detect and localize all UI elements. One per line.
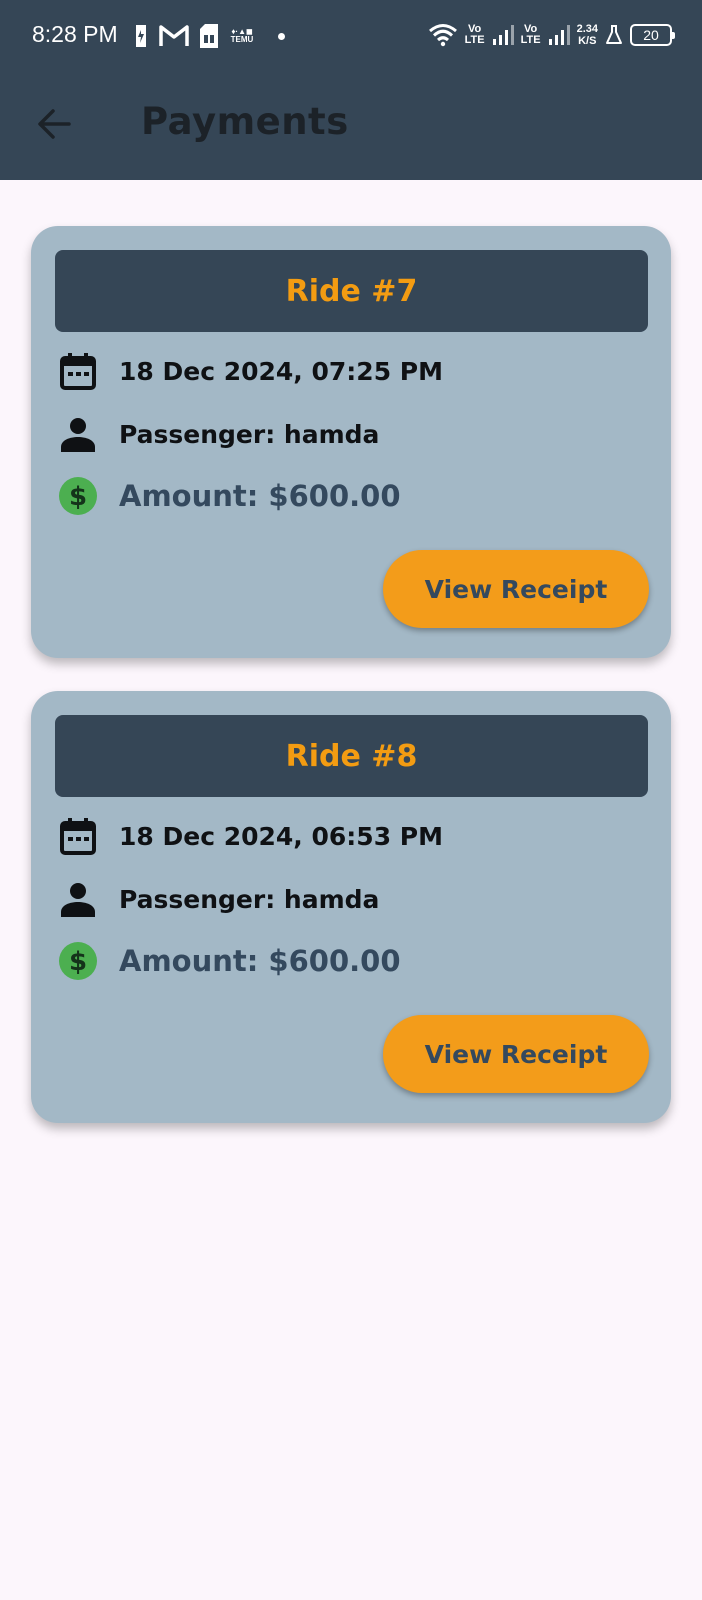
svg-text:$: $ — [69, 947, 87, 977]
battery-level: 20 — [643, 27, 659, 43]
dollar-icon: $ — [57, 475, 99, 517]
ride-passenger-row: Passenger: hamda — [57, 413, 379, 455]
app-bar: 8:28 PM ♦︎·▲◼ TEMU Vo LTE Vo LTE 2.34 K/… — [0, 0, 702, 180]
ride-card-header: Ride #7 — [55, 250, 648, 332]
ride-amount-row: $ Amount: $600.00 — [57, 475, 401, 517]
volte-indicator-2: Vo LTE — [520, 23, 541, 46]
status-time: 8:28 PM — [32, 21, 118, 47]
status-indicators: Vo LTE Vo LTE 2.34 K/S 20 — [428, 18, 675, 52]
wifi-icon — [428, 24, 457, 47]
ride-datetime-row: 18 Dec 2024, 06:53 PM — [57, 815, 443, 857]
ride-passenger: Passenger: hamda — [119, 884, 380, 914]
status-bar: 8:28 PM ♦︎·▲◼ TEMU Vo LTE Vo LTE 2.34 K/… — [0, 0, 702, 70]
sim-icon — [200, 24, 218, 48]
calendar-icon — [57, 815, 99, 857]
calendar-icon — [57, 350, 99, 392]
temu-icon: ♦︎·▲◼ TEMU — [230, 27, 254, 44]
ride-passenger: Passenger: hamda — [119, 419, 380, 449]
dot-icon — [278, 32, 285, 40]
ride-datetime: 18 Dec 2024, 06:53 PM — [119, 821, 443, 851]
signal-icon-1 — [492, 25, 514, 45]
view-receipt-button[interactable]: View Receipt — [383, 550, 649, 628]
ride-title: Ride #8 — [285, 738, 418, 774]
arrow-left-icon[interactable] — [36, 106, 72, 142]
ride-card: Ride #7 18 Dec 2024, 07:25 PM Passenger:… — [31, 226, 671, 658]
ride-datetime-row: 18 Dec 2024, 07:25 PM — [57, 350, 443, 392]
view-receipt-button[interactable]: View Receipt — [383, 1015, 649, 1093]
network-speed: 2.34 K/S — [576, 23, 598, 47]
flask-icon — [606, 25, 622, 44]
ride-card: Ride #8 18 Dec 2024, 06:53 PM Passenger:… — [31, 691, 671, 1123]
dollar-icon: $ — [57, 940, 99, 982]
person-icon — [57, 413, 99, 455]
person-icon — [57, 878, 99, 920]
battery-icon: 20 — [630, 24, 675, 46]
ride-datetime: 18 Dec 2024, 07:25 PM — [119, 356, 443, 386]
page-title: Payments — [141, 100, 349, 143]
svg-text:$: $ — [69, 482, 87, 512]
ride-amount: Amount: $600.00 — [119, 944, 401, 978]
ride-card-header: Ride #8 — [55, 715, 648, 797]
ride-amount: Amount: $600.00 — [119, 479, 401, 513]
temu-label: TEMU — [230, 35, 254, 44]
ride-passenger-row: Passenger: hamda — [57, 878, 379, 920]
ride-amount-row: $ Amount: $600.00 — [57, 940, 401, 982]
gmail-icon — [159, 25, 189, 46]
volte-indicator-1: Vo LTE — [464, 23, 485, 46]
battery-saver-icon — [136, 25, 146, 47]
signal-icon-2 — [548, 25, 570, 45]
notification-icons: ♦︎·▲◼ TEMU — [132, 23, 285, 49]
ride-title: Ride #7 — [285, 273, 418, 309]
